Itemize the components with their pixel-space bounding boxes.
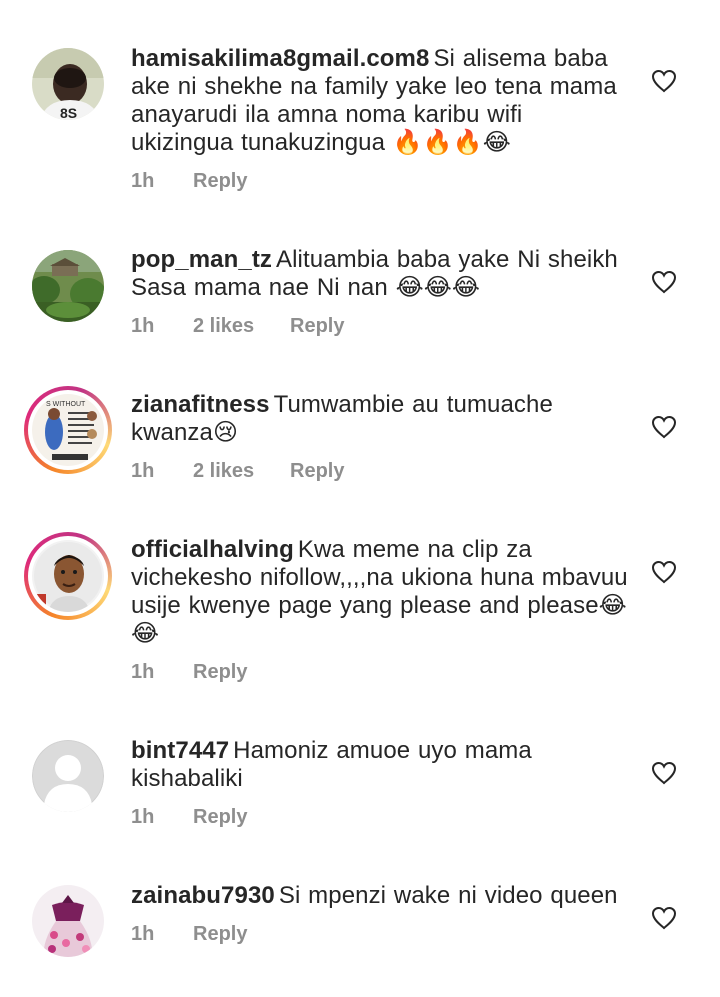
comment-time: 1h bbox=[131, 661, 155, 683]
comment-username[interactable]: officialhalving bbox=[131, 536, 294, 563]
comment-meta: 1h Reply bbox=[131, 170, 247, 193]
reply-button[interactable]: Reply bbox=[193, 806, 247, 829]
comment-text: pop_man_tz Alituambia baba yake Ni sheikh… bbox=[131, 246, 631, 302]
comment-likes[interactable]: 2 likes bbox=[193, 315, 290, 338]
comment-meta: 1h Reply bbox=[131, 923, 247, 946]
avatar[interactable] bbox=[24, 532, 112, 620]
avatar[interactable] bbox=[32, 885, 104, 957]
heart-icon[interactable] bbox=[651, 761, 677, 785]
heart-icon[interactable] bbox=[651, 415, 677, 439]
heart-icon[interactable] bbox=[651, 69, 677, 93]
comment-time: 1h bbox=[131, 460, 155, 482]
comment-text: officialhalving Kwa meme na clip za viche… bbox=[131, 536, 631, 648]
comment-username[interactable]: bint7447 bbox=[131, 737, 229, 764]
comment-time: 1h bbox=[131, 170, 155, 192]
reply-button[interactable]: Reply bbox=[193, 170, 247, 193]
comment-meta: 1h 2 likes Reply bbox=[131, 460, 344, 483]
svg-text:S WITHOUT: S WITHOUT bbox=[46, 401, 86, 408]
avatar[interactable] bbox=[32, 740, 104, 812]
comment-username[interactable]: zianafitness bbox=[131, 391, 270, 418]
comment-time: 1h bbox=[131, 923, 155, 945]
avatar[interactable] bbox=[32, 250, 104, 322]
comment-time: 1h bbox=[131, 315, 155, 337]
reply-button[interactable]: Reply bbox=[290, 460, 344, 483]
comment-meta: 1h Reply bbox=[131, 806, 247, 829]
comment-meta: 1h Reply bbox=[131, 661, 247, 684]
heart-icon[interactable] bbox=[651, 560, 677, 584]
comment-time: 1h bbox=[131, 806, 155, 828]
reply-button[interactable]: Reply bbox=[290, 315, 344, 338]
story-ring: S WITHOUT bbox=[28, 390, 108, 470]
avatar[interactable]: S WITHOUT bbox=[24, 386, 112, 474]
story-ring bbox=[28, 536, 108, 616]
comment-username[interactable]: pop_man_tz bbox=[131, 246, 272, 273]
comment-username[interactable]: zainabu7930 bbox=[131, 882, 275, 909]
comment-username[interactable]: hamisakilima8gmail.com8 bbox=[131, 45, 429, 72]
comment-meta: 1h 2 likes Reply bbox=[131, 315, 344, 338]
avatar[interactable]: 8S bbox=[32, 48, 104, 120]
comment-text: zainabu7930 Si mpenzi wake ni video queen bbox=[131, 882, 631, 910]
comment-body: Si mpenzi wake ni video queen bbox=[278, 882, 618, 909]
heart-icon[interactable] bbox=[651, 270, 677, 294]
svg-text:8S: 8S bbox=[60, 105, 77, 120]
comment-text: zianafitness Tumwambie au tumuache kwanza… bbox=[131, 391, 631, 447]
heart-icon[interactable] bbox=[651, 906, 677, 930]
comment-text: bint7447 Hamoniz amuoe uyo mama kishabali… bbox=[131, 737, 631, 793]
reply-button[interactable]: Reply bbox=[193, 923, 247, 946]
reply-button[interactable]: Reply bbox=[193, 661, 247, 684]
comment-text: hamisakilima8gmail.com8 Si alisema baba a… bbox=[131, 45, 631, 157]
comment-likes[interactable]: 2 likes bbox=[193, 460, 290, 483]
